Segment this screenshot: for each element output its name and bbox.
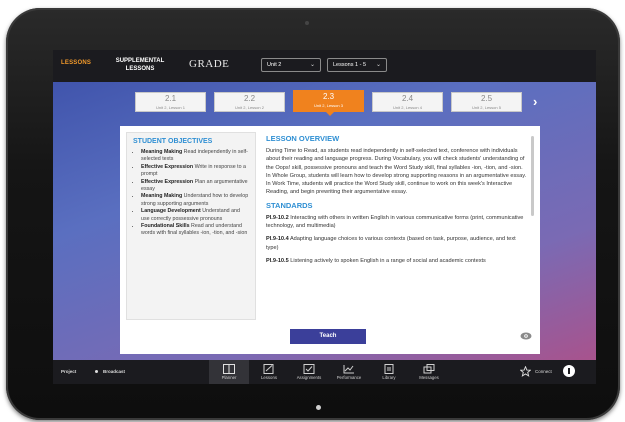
lesson-tab-2-1[interactable]: 2.1 Unit 2, Lesson 1 [135,92,206,112]
objective-item: Meaning Making Understand how to develop… [141,193,249,208]
bottom-bar: Project Broadcast Planner Lessons Assign… [53,360,596,384]
messages-icon [423,364,435,374]
standard-item: PI.9-10.5 Listening actively to spoken E… [266,257,528,265]
performance-icon [343,365,354,374]
nav-label: Assignments [296,375,322,380]
info-icon[interactable] [563,365,575,377]
home-button[interactable] [316,405,321,410]
chevron-down-icon: ⌄ [375,62,381,68]
objective-item: Language Development Understand and use … [141,208,249,223]
objective-item: Meaning Making Read independently in sel… [141,149,249,164]
nav-label: Library [382,375,396,380]
standard-code: PI.9-10.5 [266,257,289,264]
lesson-number: 2.2 [243,94,256,103]
nav-label: Performance [336,375,362,380]
standard-text: Interacting with others in written Engli… [266,214,524,230]
star-icon[interactable] [520,366,531,377]
overview-scrollbar[interactable] [531,136,534,216]
lesson-number: 2.1 [164,94,177,103]
overview-text: During Time to Read, as students read in… [266,148,527,196]
standard-text: Listening actively to spoken English in … [288,257,486,264]
standard-code: PI.9-10.2 [266,214,289,221]
broadcast-button[interactable]: Broadcast [103,369,125,374]
tab-supplemental-lessons[interactable]: SUPPLEMENTAL LESSONS [113,57,167,73]
nav-library[interactable]: Library [369,360,409,384]
app-screen: LESSONS SUPPLEMENTAL LESSONS GRADE Unit … [53,50,596,384]
lessons-select[interactable]: Lessons 1 - 5 ⌄ [327,58,387,72]
unit-select[interactable]: Unit 2 ⌄ [261,58,321,72]
lesson-tab-2-5[interactable]: 2.5 Unit 2, Lesson 5 [451,92,522,112]
nav-messages[interactable]: Messages [409,360,449,384]
standard-item: PI.9-10.4 Adapting language choices to v… [266,235,528,252]
lessons-select-value: Lessons 1 - 5 [333,62,367,68]
student-objectives-panel: STUDENT OBJECTIVES Meaning Making Read i… [126,132,256,320]
lesson-subtitle: Unit 2, Lesson 5 [472,105,501,110]
objective-item: Effective Expression Plan an argumentati… [141,179,249,194]
camera-lens [305,21,309,25]
standard-code: PI.9-10.4 [266,236,289,243]
library-icon [384,364,394,374]
objective-label: Meaning Making [141,193,183,200]
chevron-down-icon: ⌄ [309,62,315,68]
teach-button[interactable]: Teach [290,329,366,344]
nav-performance[interactable]: Performance [329,360,369,384]
objective-label: Foundational Skills [141,223,190,230]
nav-label: Lessons [260,375,277,380]
objectives-list: Meaning Making Read independently in sel… [133,149,249,238]
nav-lessons[interactable]: Lessons [249,360,289,384]
objective-label: Language Development [141,208,201,215]
lesson-number: 2.5 [480,94,493,103]
connect-button[interactable]: Connect [535,369,552,374]
project-button[interactable]: Project [61,369,76,374]
chevron-right-icon[interactable]: › [533,94,537,109]
lesson-tab-2-4[interactable]: 2.4 Unit 2, Lesson 4 [372,92,443,112]
objective-label: Effective Expression [141,163,194,170]
objective-item: Foundational Skills Read and understand … [141,223,249,238]
objective-label: Meaning Making [141,149,183,155]
lesson-number: 2.4 [401,94,414,103]
standard-text: Adapting language choices to various con… [266,236,516,251]
lesson-tab-2-2[interactable]: 2.2 Unit 2, Lesson 2 [214,92,285,112]
nav-label: Planner [221,375,237,380]
lessons-icon [263,364,274,374]
lesson-subtitle: Unit 2, Lesson 3 [314,103,343,108]
objectives-title: STUDENT OBJECTIVES [133,138,213,145]
standard-item: PI.9-10.2 Interacting with others in wri… [266,214,528,231]
standards-title: STANDARDS [266,200,313,210]
unit-select-value: Unit 2 [267,62,282,68]
nav-label: Messages [419,375,439,380]
lesson-subtitle: Unit 2, Lesson 2 [235,105,264,110]
nav-assignments[interactable]: Assignments [289,360,329,384]
lesson-subtitle: Unit 2, Lesson 1 [156,105,185,110]
grade-logo: GRADE [189,58,230,70]
objective-item: Effective Expression Write in response t… [141,164,249,179]
eye-icon[interactable] [520,332,532,340]
tab-lessons[interactable]: LESSONS [61,60,91,66]
lesson-number: 2.3 [322,92,335,101]
lesson-card: STUDENT OBJECTIVES Meaning Making Read i… [120,126,540,354]
objective-label: Effective Expression [141,178,194,185]
lesson-subtitle: Unit 2, Lesson 4 [393,105,422,110]
assignments-icon [303,364,315,374]
broadcast-dot-icon [95,370,98,373]
tablet-frame: LESSONS SUPPLEMENTAL LESSONS GRADE Unit … [6,8,620,420]
planner-icon [223,364,235,374]
overview-title: LESSON OVERVIEW [266,134,340,143]
lesson-overview: LESSON OVERVIEW During Time to Read, as … [266,134,528,320]
top-bar: LESSONS SUPPLEMENTAL LESSONS GRADE Unit … [53,50,596,82]
nav-planner[interactable]: Planner [209,360,249,384]
lesson-tab-2-3[interactable]: 2.3 Unit 2, Lesson 3 [293,90,364,116]
